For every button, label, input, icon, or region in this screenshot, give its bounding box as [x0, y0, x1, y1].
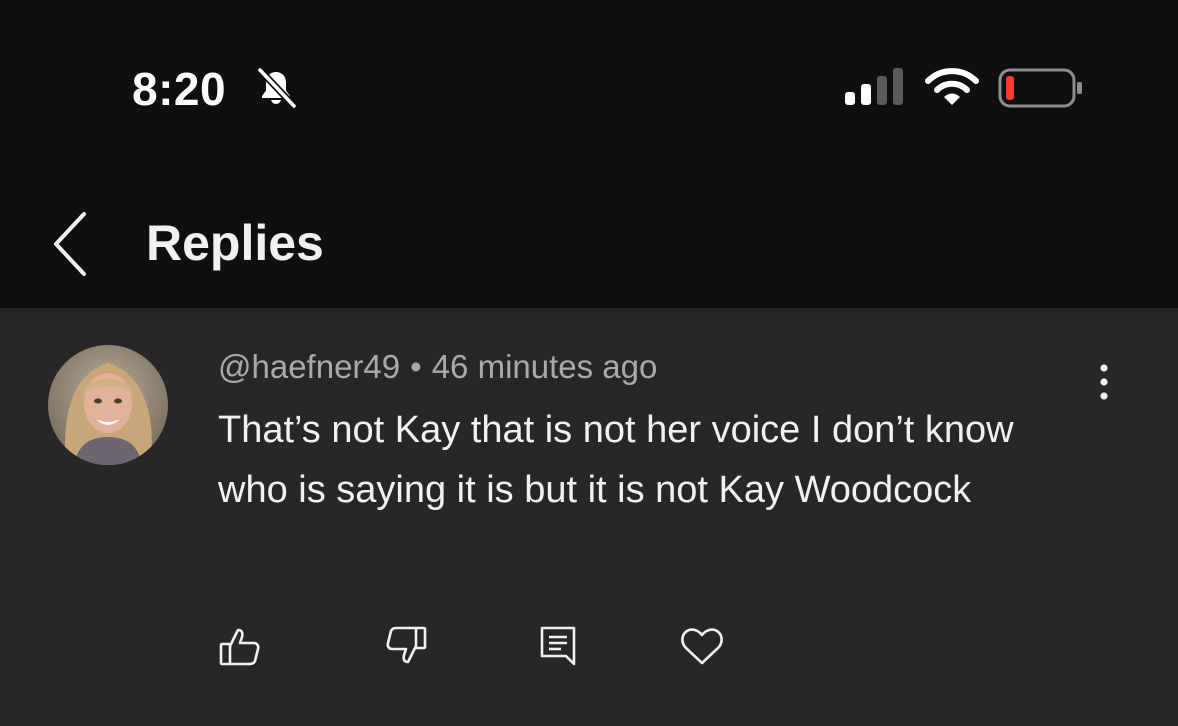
comment-card: @haefner49 • 46 minutes ago That’s not Kay…	[0, 308, 1178, 726]
reply-button[interactable]	[534, 622, 582, 670]
screen: 8:20 Replies @haefner49 • 46 minutes ago…	[0, 0, 1178, 726]
comment-actions	[0, 622, 1178, 678]
status-bar: 8:20	[0, 0, 1178, 180]
heart-button[interactable]	[678, 622, 726, 670]
thumbs-down-icon	[386, 626, 427, 664]
meta-separator: •	[410, 348, 422, 385]
thumbs-up-icon	[219, 628, 260, 666]
cellular-signal-icon	[845, 68, 903, 105]
heart-icon	[681, 628, 723, 665]
comment-meta: @haefner49 • 46 minutes ago	[218, 348, 657, 386]
wifi-icon	[925, 68, 979, 105]
chevron-left-icon[interactable]	[44, 210, 100, 278]
more-vertical-icon[interactable]	[1086, 360, 1122, 404]
avatar-image	[48, 345, 168, 465]
header: Replies	[0, 180, 1178, 308]
comment-username[interactable]: @haefner49	[218, 348, 400, 385]
page-title: Replies	[146, 215, 324, 271]
battery-low-icon	[998, 68, 1082, 108]
bell-slash-icon	[257, 67, 297, 109]
comment-text: That’s not Kay that is not her voice I d…	[218, 409, 1014, 511]
reply-icon	[540, 626, 576, 666]
avatar[interactable]	[48, 345, 168, 465]
like-button[interactable]	[216, 622, 264, 670]
comment-timestamp: 46 minutes ago	[431, 348, 658, 385]
dislike-button[interactable]	[382, 622, 430, 670]
status-time: 8:20	[132, 63, 227, 115]
